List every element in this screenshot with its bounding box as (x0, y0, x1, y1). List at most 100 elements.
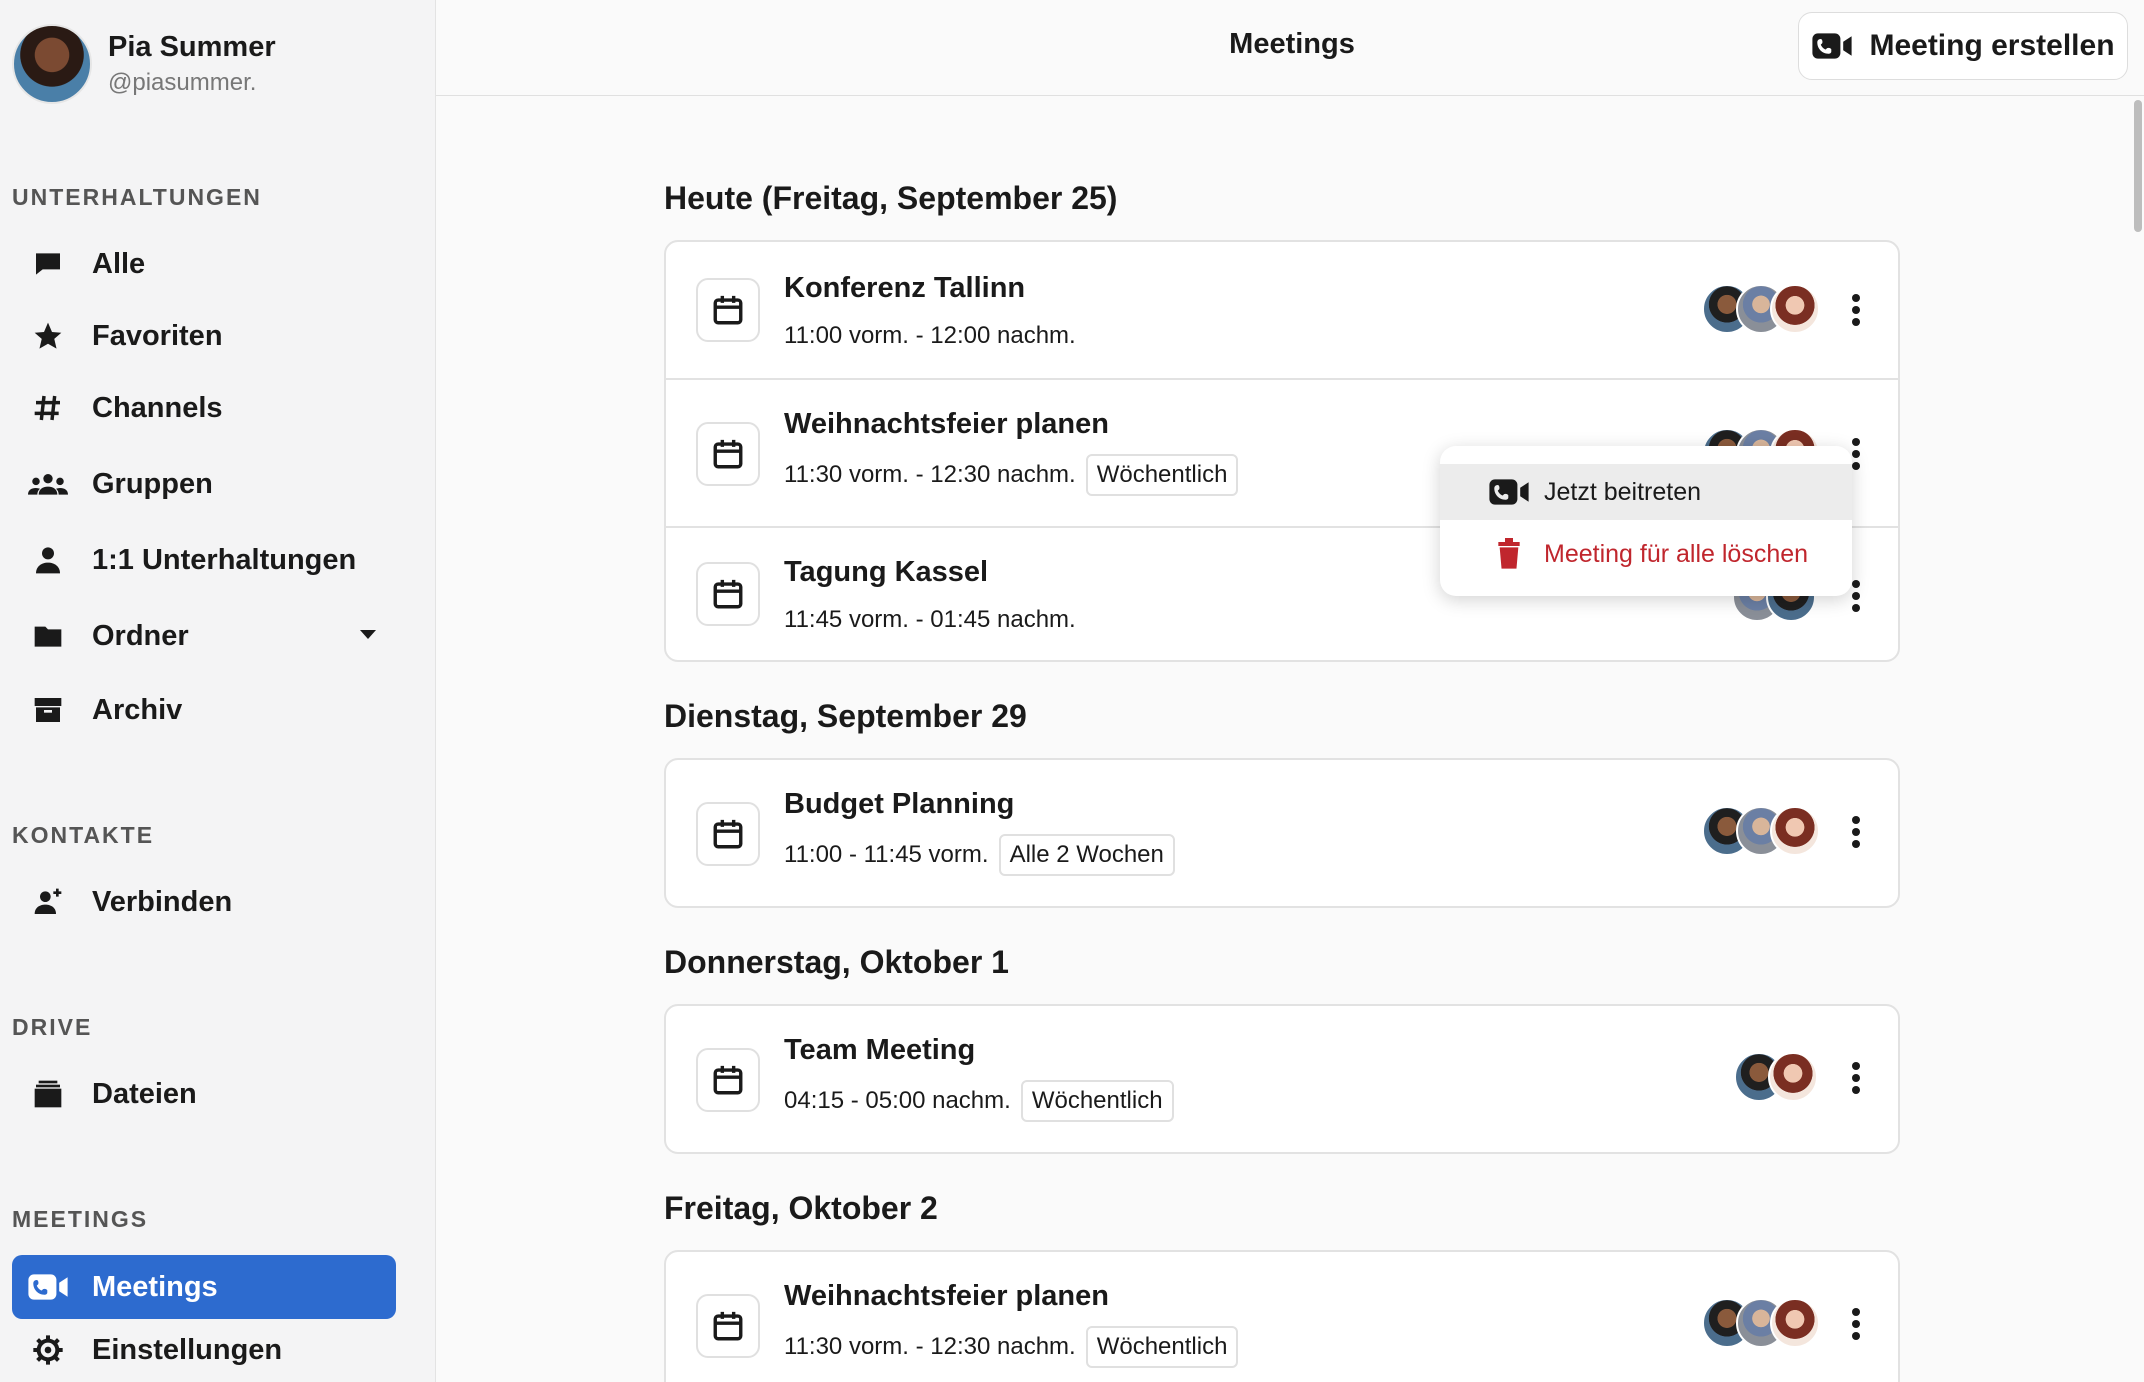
gear-icon (26, 1328, 70, 1372)
join-now-menu-item[interactable]: Jetzt beitreten (1440, 464, 1852, 520)
day-heading: Heute (Freitag, September 25) (664, 180, 1118, 216)
avatar (1770, 1298, 1820, 1348)
video-call-icon (26, 1265, 70, 1309)
sidebar-item-archiv[interactable]: Archiv (12, 678, 396, 742)
meeting-title: Tagung Kassel (784, 556, 989, 588)
meeting-row[interactable]: Team Meeting 04:15 - 05:00 nachm. Wöchent… (666, 1006, 1898, 1152)
chat-bubble-icon (26, 242, 70, 286)
recurrence-badge: Wöchentlich (1085, 454, 1239, 496)
sidebar-item-label: Channels (92, 391, 223, 424)
meeting-title: Budget Planning (784, 788, 1015, 820)
day-heading: Dienstag, September 29 (664, 698, 1027, 734)
section-label-drive: DRIVE (12, 1014, 93, 1040)
video-call-icon (1811, 31, 1853, 61)
files-icon (26, 1072, 70, 1116)
meeting-row[interactable]: Budget Planning 11:00 - 11:45 vorm. Alle … (666, 760, 1898, 906)
meeting-title: Weihnachtsfeier planen (784, 408, 1109, 440)
participant-avatars (1702, 284, 1820, 334)
delete-meeting-label: Meeting für alle löschen (1544, 539, 1809, 568)
sidebar-item-verbinden[interactable]: Verbinden (12, 870, 396, 934)
day-heading: Freitag, Oktober 2 (664, 1190, 938, 1226)
meeting-time-text: 11:30 vorm. - 12:30 nachm. (784, 461, 1076, 488)
star-icon (26, 314, 70, 358)
avatar (12, 24, 92, 104)
meeting-title: Weihnachtsfeier planen (784, 1280, 1109, 1312)
meeting-row[interactable]: Weihnachtsfeier planen 11:30 vorm. - 12:… (666, 1252, 1898, 1382)
meeting-row[interactable]: Konferenz Tallinn 11:00 vorm. - 12:00 na… (666, 242, 1898, 378)
more-options-icon[interactable] (1838, 810, 1874, 854)
sidebar-item-label: Einstellungen (92, 1333, 283, 1366)
avatar (1768, 1052, 1818, 1102)
profile[interactable]: Pia Summer @piasummer. (12, 24, 276, 104)
sidebar-item-meetings[interactable]: Meetings (12, 1255, 396, 1319)
calendar-icon (696, 802, 760, 866)
profile-name: Pia Summer (108, 31, 276, 63)
calendar-icon (696, 278, 760, 342)
sidebar-item-label: Meetings (92, 1270, 218, 1303)
meeting-time: 11:00 - 11:45 vorm. Alle 2 Wochen (784, 834, 1175, 876)
trash-icon (1488, 538, 1530, 570)
folder-icon (26, 614, 70, 658)
join-now-label: Jetzt beitreten (1544, 477, 1702, 506)
sidebar-item-1-1-unterhaltungen[interactable]: 1:1 Unterhaltungen (12, 528, 396, 592)
more-options-icon[interactable] (1838, 288, 1874, 332)
participant-avatars (1702, 1298, 1820, 1348)
meeting-time: 11:30 vorm. - 12:30 nachm. Wöchentlich (784, 454, 1239, 496)
calendar-icon (696, 422, 760, 486)
sidebar-item-label: Alle (92, 247, 146, 280)
meeting-time: 04:15 - 05:00 nachm. Wöchentlich (784, 1080, 1174, 1122)
person-icon (26, 538, 70, 582)
avatar (1770, 806, 1820, 856)
calendar-icon (696, 1294, 760, 1358)
day-heading: Donnerstag, Oktober 1 (664, 944, 1009, 980)
sidebar-item-label: Ordner (92, 619, 189, 652)
recurrence-badge: Wöchentlich (1085, 1326, 1239, 1368)
calendar-icon (696, 1048, 760, 1112)
add-person-icon (26, 880, 70, 924)
sidebar-item-label: Dateien (92, 1077, 197, 1110)
recurrence-badge: Alle 2 Wochen (998, 834, 1175, 876)
profile-handle: @piasummer. (108, 69, 257, 96)
sidebar: Pia Summer @piasummer. UNTERHALTUNGEN Al… (0, 0, 436, 1382)
group-icon (26, 462, 70, 506)
archive-icon (26, 688, 70, 732)
avatar (1770, 284, 1820, 334)
chevron-down-icon[interactable] (360, 630, 376, 639)
more-options-icon[interactable] (1838, 1302, 1874, 1346)
sidebar-item-label: Gruppen (92, 467, 213, 500)
sidebar-item-gruppen[interactable]: Gruppen (12, 452, 396, 516)
sidebar-item-ordner[interactable]: Ordner (12, 604, 396, 668)
hashtag-icon (26, 386, 70, 430)
sidebar-item-favoriten[interactable]: Favoriten (12, 304, 396, 368)
meeting-time-text: 11:45 vorm. - 01:45 nachm. (784, 606, 1076, 633)
participant-avatars (1702, 806, 1820, 856)
delete-meeting-menu-item[interactable]: Meeting für alle löschen (1440, 526, 1852, 582)
meeting-card: Team Meeting 04:15 - 05:00 nachm. Wöchent… (664, 1004, 1900, 1154)
recurrence-badge: Wöchentlich (1020, 1080, 1174, 1122)
meeting-time: 11:45 vorm. - 01:45 nachm. (784, 606, 1076, 634)
header: Meetings Meeting erstellen (436, 0, 2144, 96)
meeting-time-text: 11:30 vorm. - 12:30 nachm. (784, 1333, 1076, 1360)
meeting-time: 11:30 vorm. - 12:30 nachm. Wöchentlich (784, 1326, 1239, 1368)
calendar-icon (696, 562, 760, 626)
more-options-icon[interactable] (1838, 1056, 1874, 1100)
participant-avatars (1734, 1052, 1818, 1102)
create-meeting-label: Meeting erstellen (1869, 29, 2115, 62)
video-call-icon (1488, 478, 1530, 506)
meeting-card: Weihnachtsfeier planen 11:30 vorm. - 12:… (664, 1250, 1900, 1382)
meeting-time-text: 11:00 vorm. - 12:00 nachm. (784, 322, 1076, 349)
meeting-title: Konferenz Tallinn (784, 272, 1026, 304)
sidebar-item-dateien[interactable]: Dateien (12, 1062, 396, 1126)
meeting-options-menu: Jetzt beitreten Meeting für alle löschen (1440, 446, 1852, 596)
sidebar-item-einstellungen[interactable]: Einstellungen (12, 1318, 396, 1382)
meeting-time: 11:00 vorm. - 12:00 nachm. (784, 322, 1076, 350)
create-meeting-button[interactable]: Meeting erstellen (1798, 12, 2128, 80)
section-label-conversations: UNTERHALTUNGEN (12, 184, 262, 210)
sidebar-item-alle[interactable]: Alle (12, 232, 396, 296)
sidebar-item-label: Archiv (92, 693, 183, 726)
sidebar-item-channels[interactable]: Channels (12, 376, 396, 440)
sidebar-item-label: 1:1 Unterhaltungen (92, 543, 357, 576)
sidebar-item-label: Verbinden (92, 885, 233, 918)
scrollbar[interactable] (2132, 100, 2144, 232)
section-label-contacts: KONTAKTE (12, 822, 155, 848)
